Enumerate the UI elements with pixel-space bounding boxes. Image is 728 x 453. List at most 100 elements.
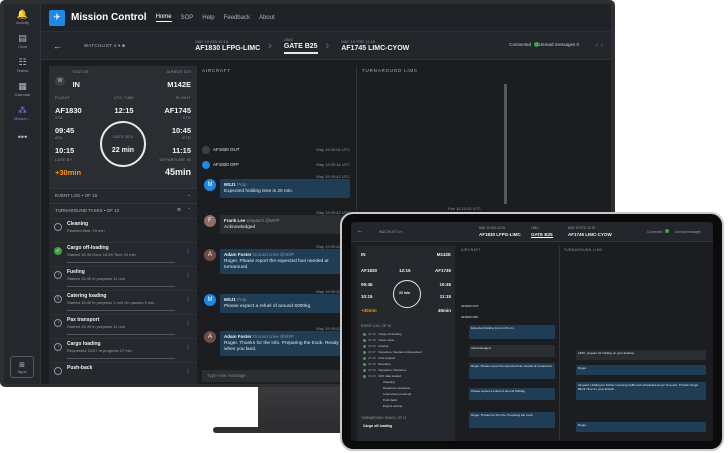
turnaround-tasks-header[interactable]: TURNAROUND TASKS • OF 12 ⚙ ⌃: [49, 204, 197, 218]
turnaround-scrollbar[interactable]: [504, 84, 507, 204]
std-block: STD 10:45: [171, 116, 191, 135]
nav-feedback[interactable]: Feedback: [224, 15, 250, 21]
apps-icon: ⊞: [19, 361, 25, 369]
chat-message[interactable]: May 19 09:42 UTC F Frank Lee Dispatch @M…: [204, 210, 350, 234]
chat-message[interactable]: May 19 09:42 UTC A Adam Foster Ground cr…: [204, 244, 350, 274]
nav-help[interactable]: Help: [202, 15, 214, 21]
tablet-summary-panel: IN M142E AF1830 12:15 AF1745 09:45 10:45…: [357, 246, 455, 441]
chat-message[interactable]: May 19 09:42 UTC M MSJ1 Prop Please expe…: [204, 289, 350, 313]
tablet-tasks-header[interactable]: TURNAROUND TASKS • OF 12: [361, 416, 406, 420]
more-vertical-icon[interactable]: ⋮: [185, 248, 191, 255]
aircraft-column-header: AIRCRAFT: [202, 68, 231, 73]
tablet-message[interactable]: Acknowledged: [469, 345, 555, 357]
task-pending-icon: [54, 223, 62, 231]
tablet-message[interactable]: All good. Holding for further incoming t…: [576, 382, 706, 400]
inbound-flight-block: FLIGHT AF1830: [55, 96, 82, 115]
tablet-aircraft-header: AIRCRAFT: [461, 248, 481, 252]
task-progress-icon: ◔: [54, 271, 62, 279]
nav-home[interactable]: Home: [155, 14, 172, 22]
tablet-screen: ← WATCHLIST 4 ▾ MAY 19 ATA 10:15 AF1830 …: [351, 222, 713, 441]
mission-icon: ⁂: [18, 104, 27, 115]
message-bubble: MSJ1 Prop Please expect a refuel of arou…: [220, 294, 350, 313]
more-vertical-icon[interactable]: ⋮: [185, 296, 191, 303]
chevron-right-icon: ›: [325, 39, 330, 52]
tablet-gate-selector[interactable]: GATE B25: [531, 232, 553, 238]
rail-item-activity[interactable]: 🔔 Activity: [4, 6, 41, 28]
task-paused-icon: ‖: [54, 295, 62, 303]
tablet-event: AF1830 OUT: [461, 304, 479, 308]
nav-sop[interactable]: SOP: [181, 15, 194, 21]
more-vertical-icon[interactable]: ⋮: [185, 320, 191, 327]
chat-message[interactable]: May 19 09:42 UTC A Adam Foster Ground cr…: [204, 326, 350, 356]
tablet-message[interactable]: Roger.: [576, 365, 706, 375]
task-pending-icon: [54, 367, 62, 375]
more-vertical-icon[interactable]: ⋮: [185, 272, 191, 279]
avatar: M: [204, 179, 216, 191]
tablet-inbound-flight[interactable]: AF1830 LFPG-LIMC: [479, 232, 521, 237]
rail-item-calendar[interactable]: ▦ Calendar: [4, 78, 41, 100]
outbound-flight[interactable]: MAY 19 STD 11:15 AF1745 LIMC-CYOW: [341, 39, 409, 52]
tablet-event-log[interactable]: EVENT LOG • OF 15: [361, 324, 391, 328]
tablet-message[interactable]: LIMC, prepare for holding on your locati…: [576, 350, 706, 360]
chevron-up-icon[interactable]: ⌃: [187, 207, 191, 213]
app-rail: 🔔 Activity ▤ Chat ☷ Teams ▦ Calendar ⁂ Missio…: [4, 4, 41, 384]
bell-icon: 🔔: [16, 8, 29, 19]
more-vertical-icon[interactable]: ⋮: [185, 368, 191, 375]
back-arrow-icon[interactable]: ←: [357, 228, 363, 234]
etd-block: ETD 11:15: [172, 136, 191, 155]
watchlist-dropdown[interactable]: WATCHLIST 4 ▾ ■: [84, 43, 125, 49]
task-item[interactable]: ◔ Cargo loading Requested 15:07 In progr…: [49, 338, 197, 362]
tablet-message[interactable]: Please expect a refuel of around 6000kg: [469, 388, 555, 400]
gate-selector[interactable]: LIMC GATE B25: [283, 37, 318, 54]
task-item[interactable]: Push-back ⋮: [49, 362, 197, 384]
plane-icon: [202, 161, 210, 169]
tablet-header-bar: ← WATCHLIST 4 ▾ MAY 19 ATA 10:15 AF1830 …: [351, 222, 713, 242]
flight-header-bar: ← WATCHLIST 4 ▾ ■ MAY 19 ATA 10:15 AF183…: [41, 32, 611, 60]
task-item[interactable]: ✓ Cargo off-loading Started 15:49 Done 1…: [49, 242, 197, 266]
prev-next-arrows-icon[interactable]: ‹ ›: [595, 40, 603, 49]
rail-item-mission[interactable]: ⁂ Mission...: [4, 102, 41, 124]
event-log-toggle[interactable]: EVENT LOG • OF 15 ⌄: [49, 188, 197, 204]
tablet-watchlist[interactable]: WATCHLIST 4 ▾: [379, 230, 402, 234]
task-progress-bar: [67, 262, 175, 263]
task-item[interactable]: Cleaning Planned time: 15 min: [49, 218, 197, 242]
avatar: M: [204, 294, 216, 306]
connection-status: Connected: [509, 42, 539, 48]
ata-block: ATA 10:15: [55, 136, 75, 155]
back-arrow-icon[interactable]: ←: [53, 41, 62, 51]
unread-messages[interactable]: Unread messages 0: [539, 42, 579, 47]
message-input[interactable]: Type new message: [202, 370, 352, 382]
task-item[interactable]: ◔ Fueling Started 15:49 In progress 11 m…: [49, 266, 197, 290]
task-item[interactable]: ‖ Catering loading Started 15:49 In prog…: [49, 290, 197, 314]
message-bubble: MSJ1 Prop Expected holding time is 20 mi…: [220, 179, 350, 198]
tablet-outbound-flight[interactable]: AF1745 LIMC-CYOW: [568, 232, 612, 237]
chat-message[interactable]: May 19 09:43 UTC M MSJ1 Prop Expected ho…: [204, 174, 350, 198]
calendar-icon: ▦: [18, 80, 27, 91]
tablet-message[interactable]: Roger.: [576, 422, 706, 432]
tablet-message[interactable]: Roger. Thanks for the info. Preparing th…: [469, 412, 555, 428]
inbound-flight[interactable]: MAY 19 ATA 10:15 AF1830 LFPG-LIMC: [195, 39, 260, 52]
tablet-message[interactable]: Roger. Please report the expected fuel n…: [469, 363, 555, 379]
task-progress-bar: [67, 286, 175, 287]
rail-item-more[interactable]: •••: [4, 126, 41, 148]
aircraft-event-off: AF1830 OFF May 19 09:16 UTC: [202, 161, 350, 170]
tablet-message[interactable]: Expected holding time is 20 min.: [469, 325, 555, 339]
status-block: W STATUS IN: [55, 70, 89, 92]
message-bubble: Adam Foster Ground crew @MXP Roger. Plea…: [220, 249, 350, 274]
rail-item-teams[interactable]: ☷ Teams: [4, 54, 41, 76]
tablet-turnaround-header: TURNAROUND LIMC: [564, 248, 603, 252]
nav-about[interactable]: About: [259, 15, 275, 21]
more-vertical-icon[interactable]: ⋮: [185, 344, 191, 351]
plane-icon: [202, 146, 210, 154]
tablet-unread[interactable]: Unread messages: [675, 230, 701, 234]
flight-summary-panel: W STATUS IN AIRBUS 319 M142E FLIGHT AF18…: [49, 66, 197, 384]
tablet-timer-ring: 22 min: [393, 280, 421, 308]
task-item[interactable]: ◔ Pax transport Started 15:49 In progres…: [49, 314, 197, 338]
apps-button[interactable]: ⊞ Apps: [10, 356, 34, 378]
rail-item-chat[interactable]: ▤ Chat: [4, 30, 41, 52]
tablet-task-item[interactable]: Cargo off-loading: [363, 424, 392, 428]
avatar: A: [204, 249, 216, 261]
outbound-flight-block: FLIGHT AF1745: [164, 96, 191, 115]
settings-icon[interactable]: ⚙: [177, 207, 181, 213]
aircraft-block: AIRBUS 319 M142E: [166, 70, 191, 89]
